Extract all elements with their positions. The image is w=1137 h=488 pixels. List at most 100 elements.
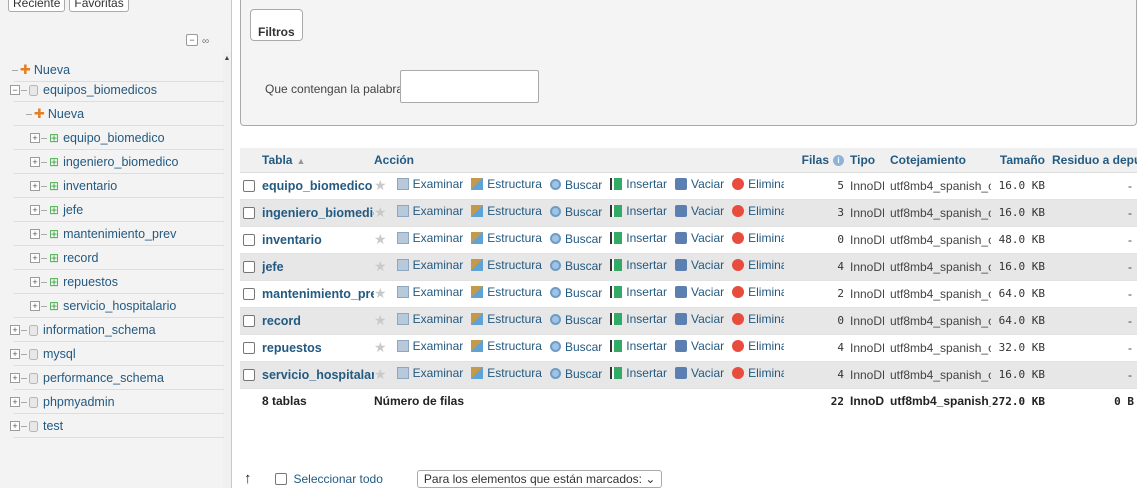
drop-button[interactable]: Eliminar bbox=[732, 285, 784, 299]
browse-button[interactable]: Examinar bbox=[396, 258, 463, 272]
expand-icon[interactable]: + bbox=[30, 205, 40, 215]
select-all-label[interactable]: Seleccionar todo bbox=[294, 472, 383, 486]
drop-button[interactable]: Eliminar bbox=[732, 177, 784, 191]
tree-item[interactable]: + ⊞ jefe bbox=[30, 200, 83, 220]
table-name-link[interactable]: servicio_hospitalario bbox=[262, 368, 374, 382]
select-all-checkbox[interactable] bbox=[274, 473, 287, 485]
empty-button[interactable]: Vaciar bbox=[674, 312, 724, 326]
tree-item[interactable]: ✚ Nueva bbox=[26, 104, 84, 124]
table-size[interactable]: 32.0 KB bbox=[991, 334, 1045, 362]
tree-item[interactable]: + test bbox=[10, 416, 63, 436]
table-name-link[interactable]: repuestos bbox=[262, 341, 322, 355]
empty-button[interactable]: Vaciar bbox=[674, 285, 724, 299]
search-button[interactable]: Buscar bbox=[549, 367, 602, 381]
drop-button[interactable]: Eliminar bbox=[732, 258, 784, 272]
search-button[interactable]: Buscar bbox=[549, 340, 602, 354]
table-name-link[interactable]: inventario bbox=[262, 233, 322, 247]
row-checkbox[interactable] bbox=[243, 180, 255, 193]
favorite-star-icon[interactable]: ★ bbox=[374, 366, 387, 382]
search-button[interactable]: Buscar bbox=[549, 259, 602, 273]
structure-button[interactable]: Estructura bbox=[471, 285, 542, 299]
table-size[interactable]: 16.0 KB bbox=[991, 361, 1045, 389]
bulk-action-select[interactable]: Para los elementos que están marcados: ⌄ bbox=[416, 470, 663, 488]
row-checkbox[interactable] bbox=[243, 234, 255, 247]
search-button[interactable]: Buscar bbox=[549, 286, 602, 300]
table-name-link[interactable]: mantenimiento_prev bbox=[262, 287, 374, 301]
empty-button[interactable]: Vaciar bbox=[674, 231, 724, 245]
insert-button[interactable]: Insertar bbox=[610, 231, 667, 245]
empty-button[interactable]: Vaciar bbox=[674, 258, 724, 272]
link-icon[interactable]: ∞ bbox=[202, 36, 209, 47]
tree-item[interactable]: + phpmyadmin bbox=[10, 392, 115, 412]
structure-button[interactable]: Estructura bbox=[471, 339, 542, 353]
empty-button[interactable]: Vaciar bbox=[674, 177, 724, 191]
insert-button[interactable]: Insertar bbox=[610, 177, 667, 191]
sidebar-scrollbar[interactable] bbox=[223, 52, 231, 488]
search-button[interactable]: Buscar bbox=[549, 313, 602, 327]
table-size[interactable]: 16.0 KB bbox=[991, 172, 1045, 200]
table-size[interactable]: 64.0 KB bbox=[991, 307, 1045, 335]
empty-button[interactable]: Vaciar bbox=[674, 204, 724, 218]
expand-icon[interactable]: + bbox=[10, 325, 20, 335]
table-name-link[interactable]: record bbox=[262, 314, 301, 328]
browse-button[interactable]: Examinar bbox=[396, 204, 463, 218]
insert-button[interactable]: Insertar bbox=[610, 312, 667, 326]
filter-input[interactable] bbox=[400, 70, 539, 103]
tree-item[interactable]: + ⊞ equipo_biomedico bbox=[30, 128, 165, 148]
drop-button[interactable]: Eliminar bbox=[732, 366, 784, 380]
row-checkbox[interactable] bbox=[243, 207, 255, 220]
tab-recent[interactable]: Reciente bbox=[8, 0, 66, 12]
structure-button[interactable]: Estructura bbox=[471, 177, 542, 191]
header-residuo[interactable]: Residuo a depurar bbox=[1045, 148, 1137, 173]
header-cotejamiento[interactable]: Cotejamiento bbox=[884, 148, 991, 173]
search-button[interactable]: Buscar bbox=[549, 205, 602, 219]
search-button[interactable]: Buscar bbox=[549, 232, 602, 246]
header-filas[interactable]: Filas i bbox=[784, 148, 844, 173]
row-checkbox[interactable] bbox=[243, 342, 255, 355]
empty-button[interactable]: Vaciar bbox=[674, 339, 724, 353]
header-tabla[interactable]: Tabla ▲ bbox=[262, 148, 374, 173]
favorite-star-icon[interactable]: ★ bbox=[374, 312, 387, 328]
tree-item[interactable]: + performance_schema bbox=[10, 368, 164, 388]
table-name-link[interactable]: ingeniero_biomedico bbox=[262, 206, 374, 220]
table-size[interactable]: 48.0 KB bbox=[991, 226, 1045, 254]
insert-button[interactable]: Insertar bbox=[610, 366, 667, 380]
expand-icon[interactable]: + bbox=[10, 349, 20, 359]
tree-item[interactable]: + mysql bbox=[10, 344, 76, 364]
favorite-star-icon[interactable]: ★ bbox=[374, 177, 387, 193]
favorite-star-icon[interactable]: ★ bbox=[374, 285, 387, 301]
browse-button[interactable]: Examinar bbox=[396, 366, 463, 380]
search-button[interactable]: Buscar bbox=[549, 178, 602, 192]
tree-item[interactable]: + ⊞ mantenimiento_prev bbox=[30, 224, 176, 244]
scroll-up-icon[interactable]: ▲ bbox=[223, 55, 231, 62]
structure-button[interactable]: Estructura bbox=[471, 204, 542, 218]
tree-item[interactable]: + information_schema bbox=[10, 320, 156, 340]
header-tamano[interactable]: Tamaño bbox=[991, 148, 1045, 173]
browse-button[interactable]: Examinar bbox=[396, 312, 463, 326]
tree-item[interactable]: + ⊞ servicio_hospitalario bbox=[30, 296, 176, 316]
browse-button[interactable]: Examinar bbox=[396, 177, 463, 191]
expand-icon[interactable]: + bbox=[30, 181, 40, 191]
structure-button[interactable]: Estructura bbox=[471, 231, 542, 245]
favorite-star-icon[interactable]: ★ bbox=[374, 258, 387, 274]
tree-item[interactable]: + ⊞ inventario bbox=[30, 176, 117, 196]
expand-icon[interactable]: + bbox=[30, 157, 40, 167]
insert-button[interactable]: Insertar bbox=[610, 339, 667, 353]
browse-button[interactable]: Examinar bbox=[396, 231, 463, 245]
empty-button[interactable]: Vaciar bbox=[674, 366, 724, 380]
tree-item[interactable]: ✚ Nueva bbox=[12, 60, 70, 80]
tab-favorites[interactable]: Favoritas bbox=[69, 0, 129, 12]
row-checkbox[interactable] bbox=[243, 261, 255, 274]
tree-item[interactable]: + ⊞ record bbox=[30, 248, 99, 268]
info-icon[interactable]: i bbox=[833, 155, 844, 167]
structure-button[interactable]: Estructura bbox=[471, 366, 542, 380]
expand-icon[interactable]: + bbox=[10, 397, 20, 407]
insert-button[interactable]: Insertar bbox=[610, 204, 667, 218]
table-name-link[interactable]: equipo_biomedico bbox=[262, 179, 372, 193]
tree-item[interactable]: + ⊞ ingeniero_biomedico bbox=[30, 152, 178, 172]
browse-button[interactable]: Examinar bbox=[396, 339, 463, 353]
collapse-all-icon[interactable]: − bbox=[186, 34, 198, 46]
collapse-icon[interactable]: − bbox=[10, 85, 20, 95]
row-checkbox[interactable] bbox=[243, 369, 255, 382]
table-size[interactable]: 64.0 KB bbox=[991, 280, 1045, 308]
